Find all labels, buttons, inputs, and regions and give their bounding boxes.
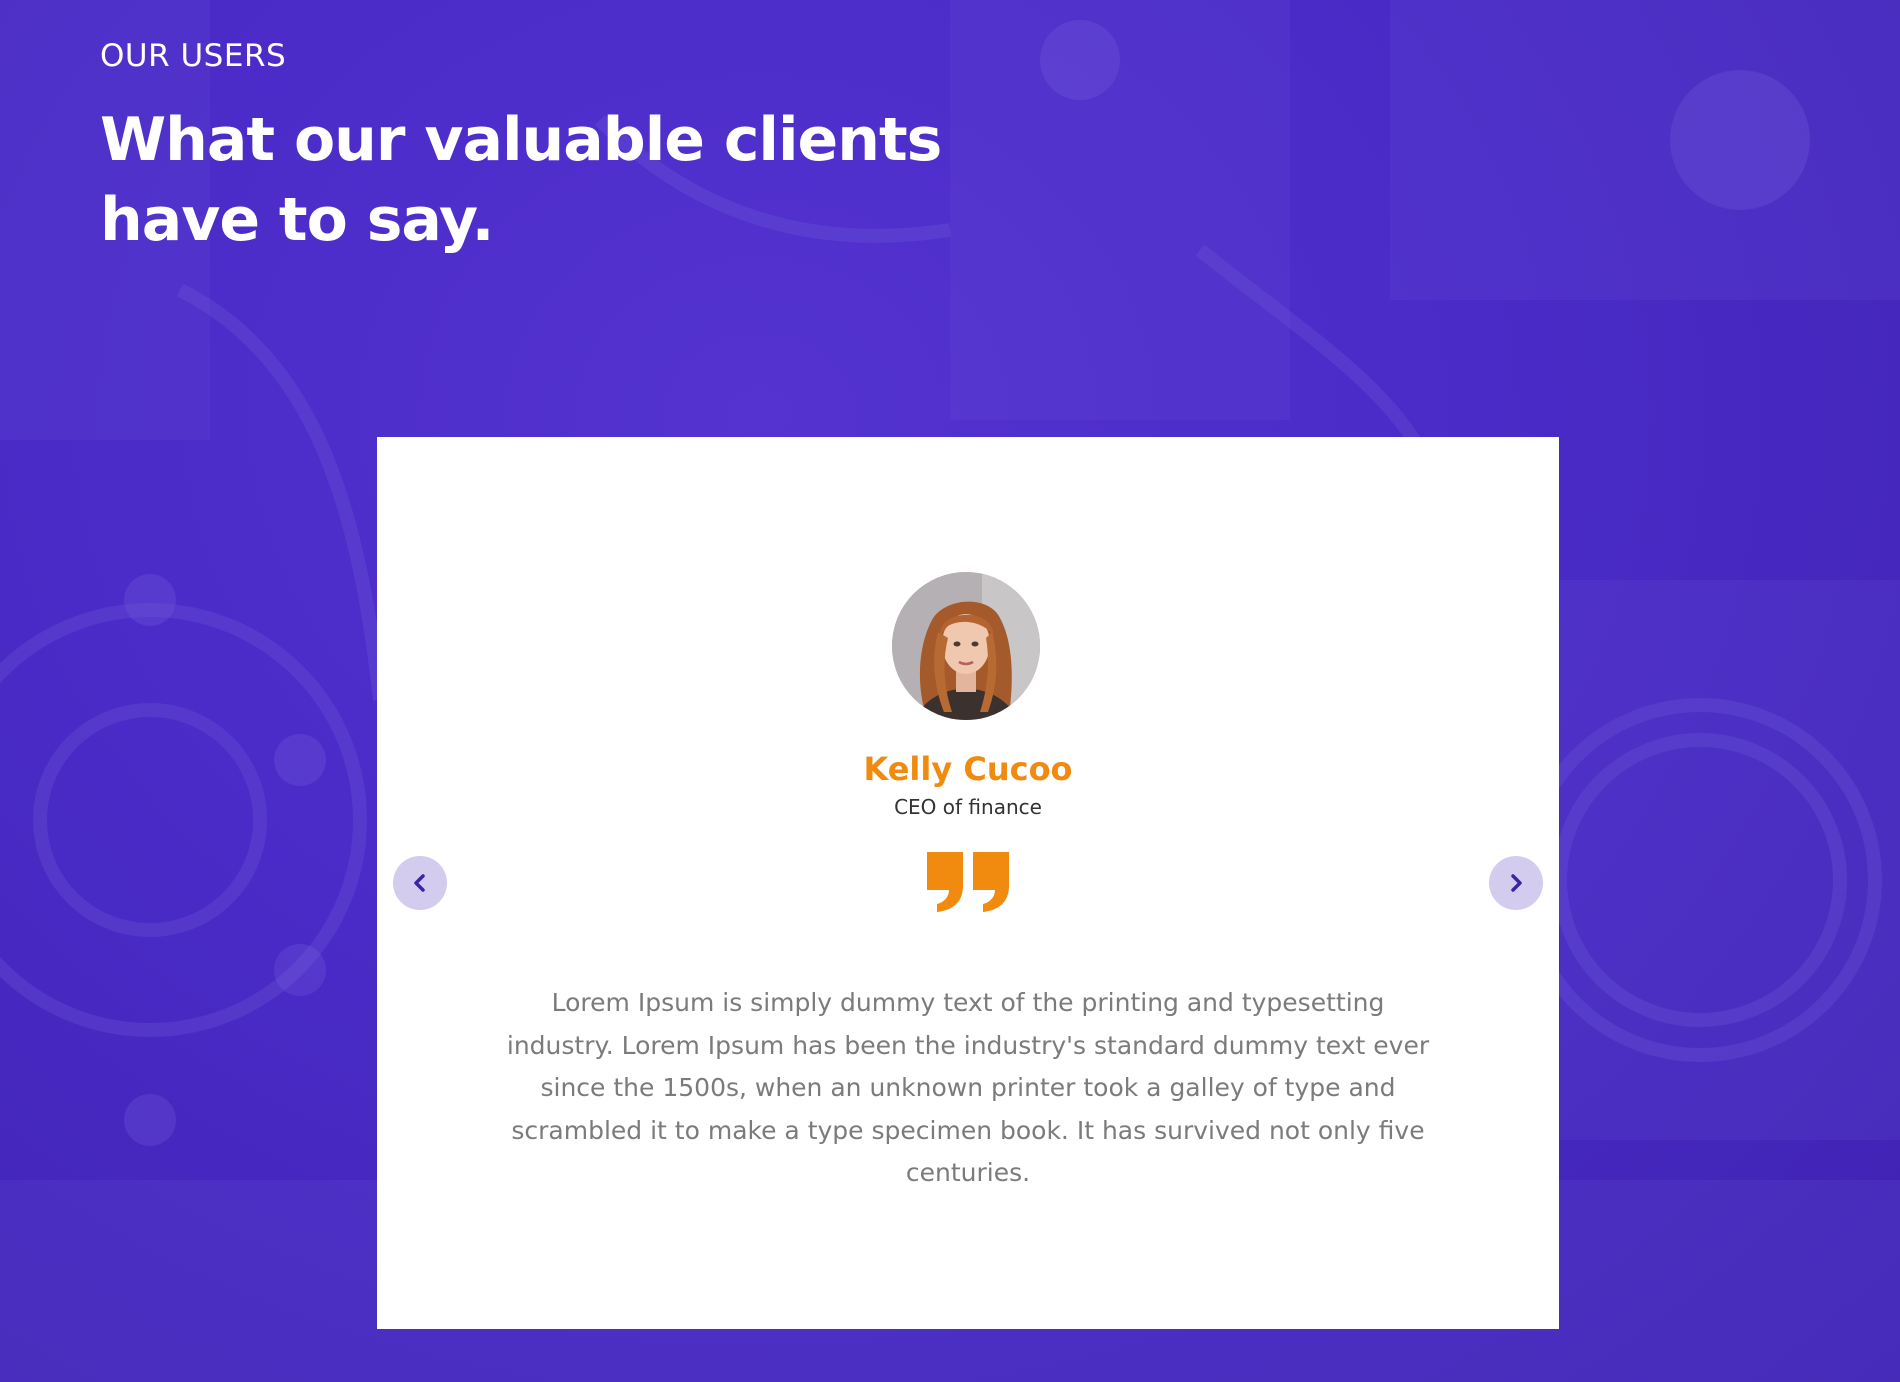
section-title-line2: have to say.	[100, 185, 494, 255]
testimonial-role: CEO of finance	[894, 795, 1042, 819]
chevron-right-icon	[1511, 874, 1522, 892]
section-title: What our valuable clients have to say.	[100, 100, 1000, 260]
person-photo	[892, 572, 1040, 720]
section-title-line1: What our valuable clients	[100, 105, 942, 175]
next-button[interactable]	[1489, 856, 1543, 910]
avatar	[892, 572, 1040, 720]
testimonial-name: Kelly Cucoo	[863, 750, 1073, 788]
testimonial-text: Lorem Ipsum is simply dummy text of the …	[506, 988, 1430, 1187]
chevron-left-icon	[414, 874, 425, 892]
prev-button[interactable]	[393, 856, 447, 910]
section-eyebrow: OUR USERS	[100, 38, 287, 74]
quote-icon	[927, 852, 1009, 912]
testimonial-card: Kelly Cucoo CEO of finance Lorem Ipsum i…	[377, 437, 1559, 1329]
